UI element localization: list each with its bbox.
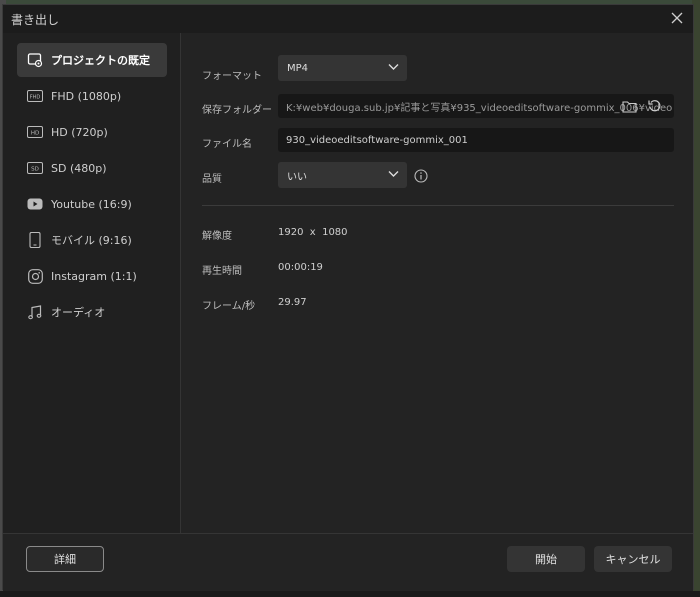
- section-divider: [202, 205, 674, 206]
- resolution-label: 解像度: [202, 231, 232, 242]
- duration-label: 再生時間: [202, 266, 242, 277]
- svg-text:SD: SD: [31, 167, 39, 173]
- info-icon[interactable]: [414, 168, 430, 184]
- filename-input[interactable]: 930_videoeditsoftware-gommix_001: [278, 128, 674, 152]
- resolution-value: 1920 x 1080: [278, 227, 348, 238]
- sidebar-item-label: FHD (1080p): [51, 89, 122, 103]
- project-settings-icon: [27, 52, 43, 68]
- dialog-title: 書き出し: [11, 12, 60, 27]
- preset-sidebar: プロジェクトの既定 FHD FHD (1080p) HD HD (720p) S…: [3, 33, 181, 533]
- instagram-icon: [27, 268, 43, 284]
- save-folder-label: 保存フォルダー: [202, 105, 272, 116]
- dialog-titlebar: 書き出し: [3, 5, 693, 33]
- details-button[interactable]: 詳細: [26, 546, 104, 572]
- sidebar-item-audio[interactable]: オーディオ: [17, 295, 167, 329]
- close-icon[interactable]: [669, 10, 685, 26]
- sidebar-item-label: SD (480p): [51, 161, 107, 175]
- mobile-icon: [27, 232, 43, 248]
- start-button[interactable]: 開始: [507, 546, 585, 572]
- fps-value: 29.97: [278, 297, 307, 308]
- duration-value: 00:00:19: [278, 262, 323, 273]
- export-dialog: 書き出し プロジェクトの既定 FHD FHD (1080p) HD HD (72…: [2, 4, 694, 591]
- sidebar-item-sd[interactable]: SD SD (480p): [17, 151, 167, 185]
- sidebar-item-label: HD (720p): [51, 125, 108, 139]
- quality-value: いい: [287, 171, 307, 183]
- reset-icon[interactable]: [648, 98, 664, 114]
- sd-icon: SD: [27, 160, 43, 176]
- background-app-strip: [0, 591, 700, 597]
- folder-icon[interactable]: [622, 98, 638, 114]
- sidebar-item-mobile[interactable]: モバイル (9:16): [17, 223, 167, 257]
- save-folder-path: K:¥web¥douga.sub.jp¥記事と写真¥935_videoedits…: [286, 102, 673, 114]
- sidebar-item-label: プロジェクトの既定: [51, 54, 150, 67]
- music-note-icon: [27, 304, 43, 320]
- save-folder-input[interactable]: K:¥web¥douga.sub.jp¥記事と写真¥935_videoedits…: [278, 94, 674, 118]
- sidebar-item-label: モバイル (9:16): [51, 234, 132, 247]
- format-select[interactable]: MP4: [278, 55, 407, 81]
- sidebar-item-youtube[interactable]: Youtube (16:9): [17, 187, 167, 221]
- chevron-down-icon: [388, 63, 399, 74]
- format-value: MP4: [287, 62, 309, 74]
- cancel-button[interactable]: キャンセル: [594, 546, 672, 572]
- sidebar-item-project-default[interactable]: プロジェクトの既定: [17, 43, 167, 77]
- export-settings-panel: フォーマット MP4 保存フォルダー K:¥web¥douga.sub.jp¥記…: [182, 33, 693, 533]
- quality-label: 品質: [202, 174, 222, 185]
- format-label: フォーマット: [202, 71, 262, 82]
- youtube-icon: [27, 196, 43, 212]
- quality-select[interactable]: いい: [278, 162, 407, 188]
- sidebar-item-label: Youtube (16:9): [51, 197, 132, 211]
- fps-label: フレーム/秒: [202, 301, 256, 312]
- fhd-icon: FHD: [27, 88, 43, 104]
- sidebar-item-label: Instagram (1:1): [51, 269, 137, 283]
- hd-icon: HD: [27, 124, 43, 140]
- filename-label: ファイル名: [202, 139, 252, 150]
- sidebar-item-label: オーディオ: [51, 306, 106, 319]
- sidebar-item-instagram[interactable]: Instagram (1:1): [17, 259, 167, 293]
- dialog-footer: 詳細 開始 キャンセル: [3, 533, 693, 591]
- chevron-down-icon: [388, 170, 399, 181]
- svg-text:HD: HD: [31, 131, 39, 137]
- filename-value: 930_videoeditsoftware-gommix_001: [286, 134, 468, 146]
- sidebar-item-hd[interactable]: HD HD (720p): [17, 115, 167, 149]
- svg-text:FHD: FHD: [30, 95, 41, 101]
- sidebar-item-fhd[interactable]: FHD FHD (1080p): [17, 79, 167, 113]
